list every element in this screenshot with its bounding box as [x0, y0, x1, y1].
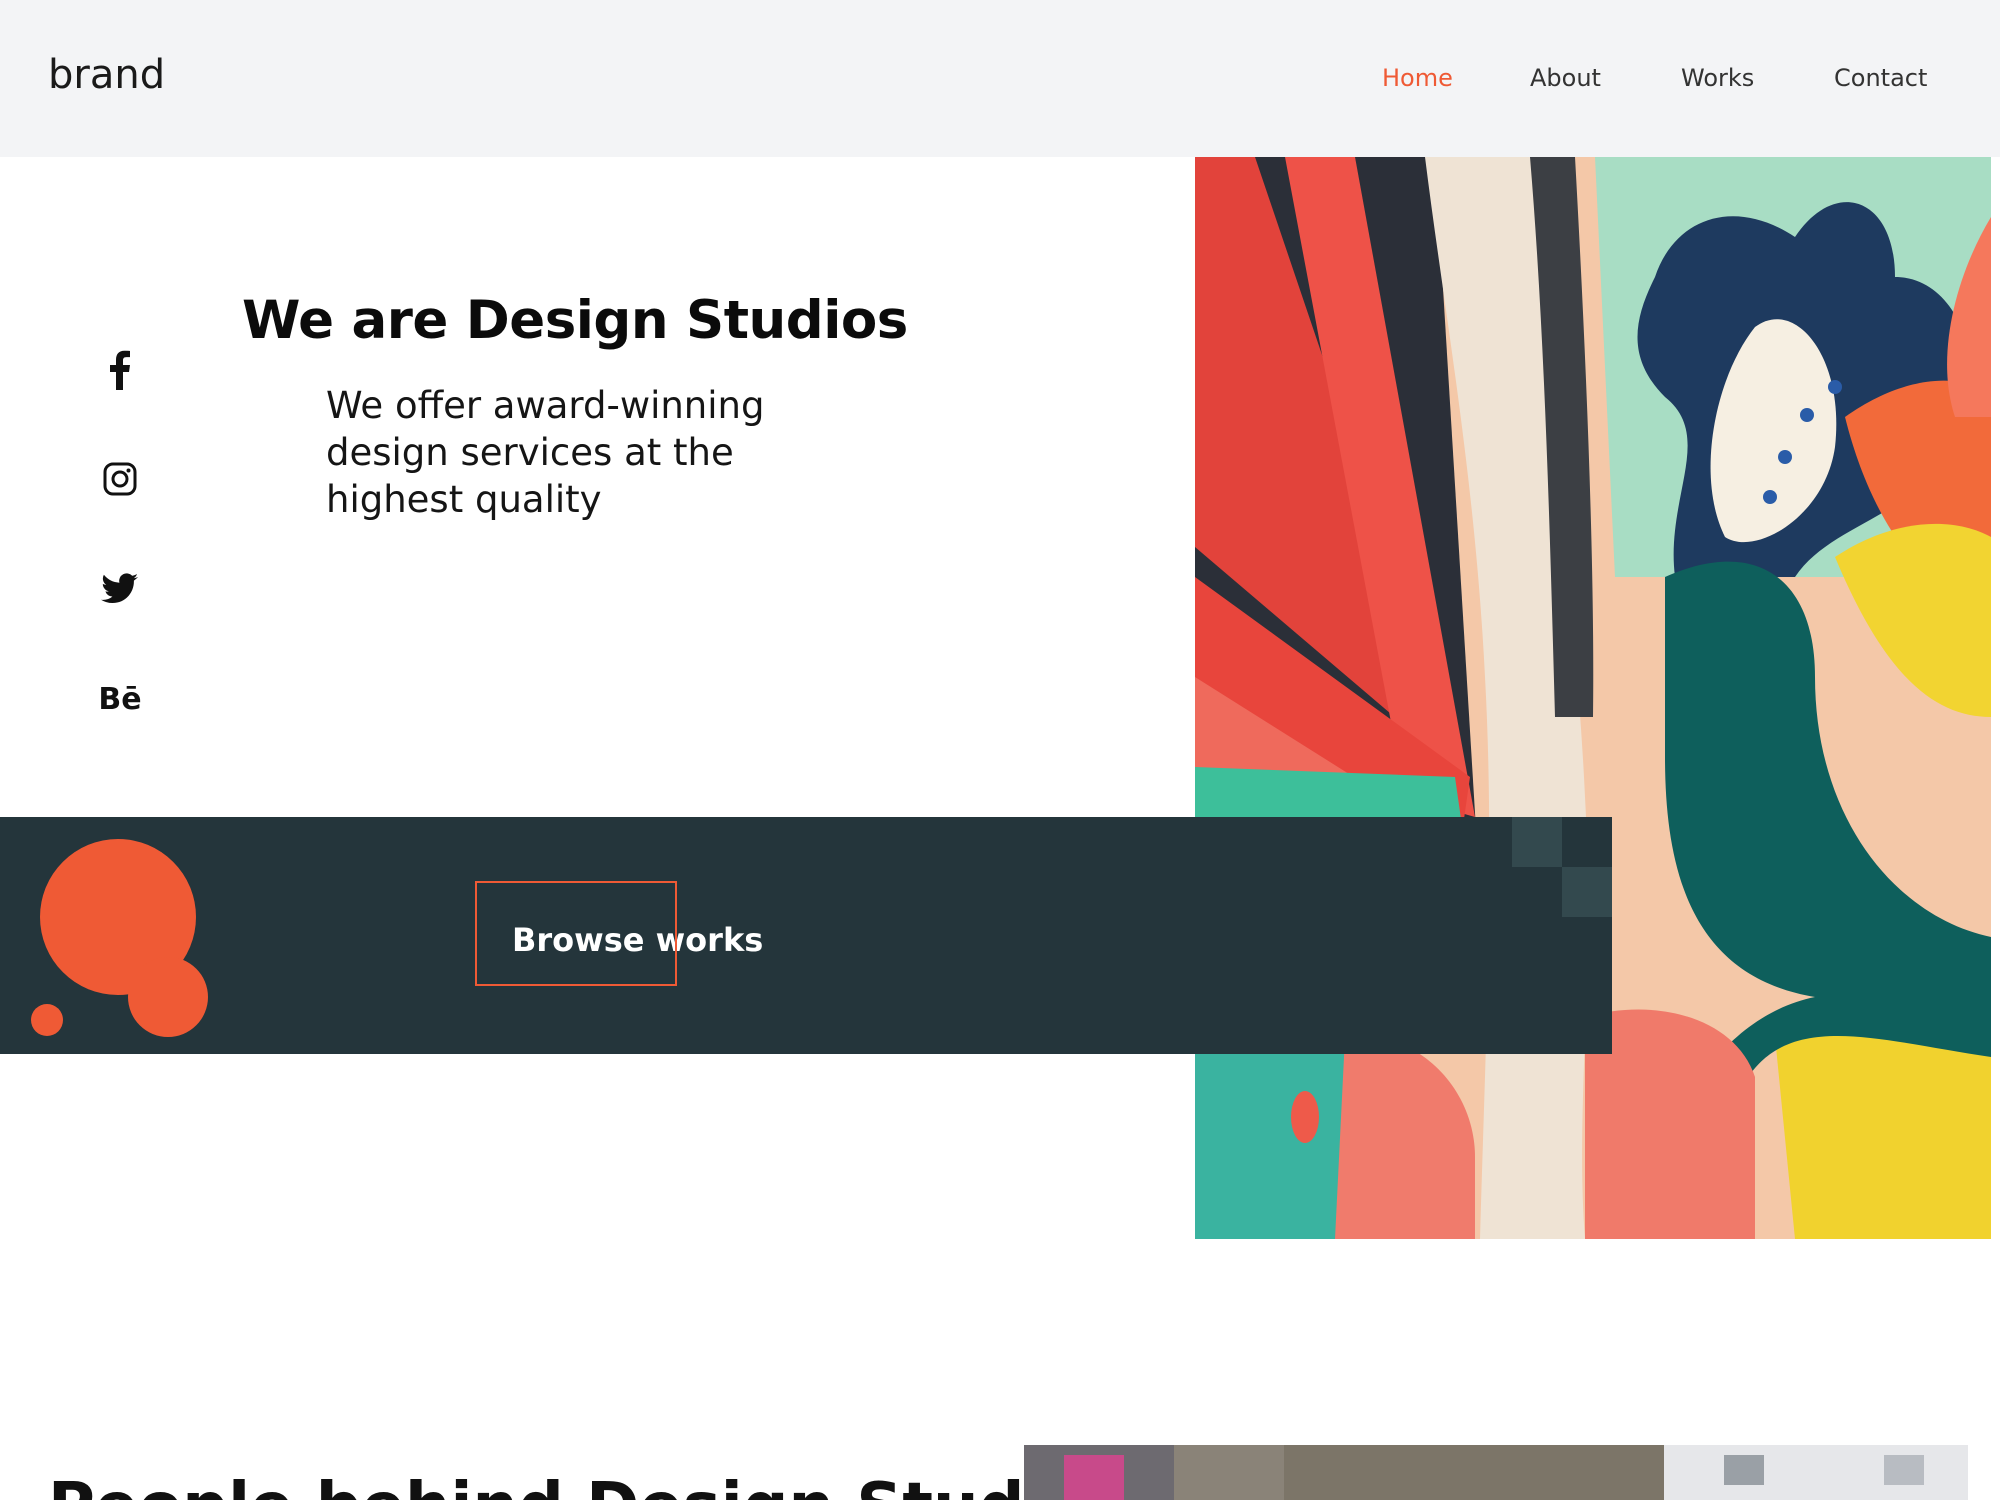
pattern-square: [1512, 817, 1562, 867]
top-navbar: brand Home About Works Contact: [0, 0, 2000, 157]
nav-works[interactable]: Works: [1681, 64, 1754, 92]
hero-subtitle: We offer award-winning design services a…: [326, 384, 765, 521]
pattern-square: [1562, 867, 1612, 917]
behance-icon[interactable]: Bē: [96, 675, 144, 723]
twitter-icon[interactable]: [96, 565, 144, 613]
team-section-photo: [1024, 1445, 1968, 1500]
brand-logo[interactable]: brand: [48, 52, 165, 98]
orange-circles-decoration: [31, 839, 208, 1037]
instagram-icon[interactable]: [96, 455, 144, 503]
nav-about[interactable]: About: [1530, 64, 1601, 92]
browse-works-button[interactable]: Browse works: [512, 921, 763, 959]
team-section-title: People behind Design Studio: [48, 1470, 1090, 1500]
browse-works-band: Browse works: [0, 817, 1612, 1054]
facebook-icon[interactable]: [96, 346, 144, 394]
hero-mural-image: [1195, 157, 1991, 1239]
hero-title: We are Design Studios: [242, 290, 908, 351]
nav-home[interactable]: Home: [1382, 64, 1453, 92]
nav-contact[interactable]: Contact: [1834, 64, 1927, 92]
